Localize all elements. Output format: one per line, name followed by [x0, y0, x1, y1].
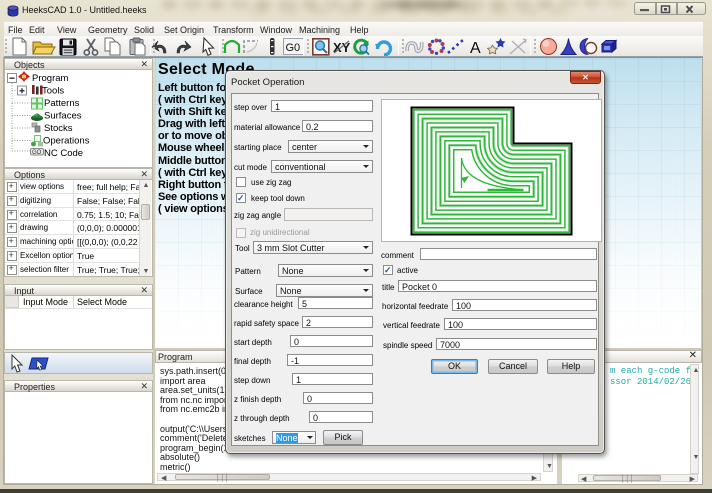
svg-text:Patterns: Patterns [44, 98, 80, 109]
svg-text:Operations: Operations [43, 136, 90, 147]
svg-text:G0: G0 [286, 42, 301, 54]
svg-text:Stocks: Stocks [44, 123, 73, 134]
svg-text:NC Code: NC Code [44, 148, 83, 159]
svg-text:GO: GO [32, 150, 42, 156]
svg-text:A: A [470, 40, 481, 57]
svg-text:Surfaces: Surfaces [44, 111, 82, 122]
svg-text:Program: Program [32, 73, 69, 84]
svg-text:Tools: Tools [42, 86, 64, 97]
